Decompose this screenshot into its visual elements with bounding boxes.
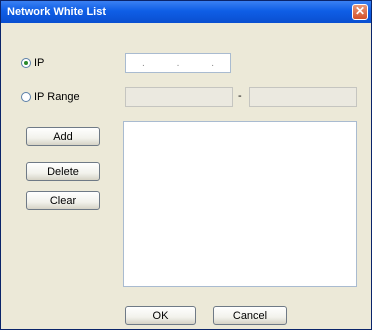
add-button[interactable]: Add: [26, 127, 100, 146]
dialog-title: Network White List: [7, 6, 107, 18]
ip-range-radio-option[interactable]: IP Range: [21, 91, 80, 103]
ip-range-start-input[interactable]: [125, 87, 233, 107]
close-glyph: ✕: [354, 4, 366, 18]
ip-address-input[interactable]: . . .: [125, 53, 231, 73]
ip-octet-separator: .: [176, 57, 180, 69]
ip-octet-separator: .: [141, 57, 145, 69]
ip-radio-label: IP: [34, 57, 45, 69]
network-white-list-dialog: Network White List ✕ IP . . . IP Range -…: [0, 0, 372, 330]
ip-octet-separator: .: [211, 57, 215, 69]
whitelist-listbox[interactable]: [123, 121, 357, 287]
ip-range-radio-label: IP Range: [34, 91, 80, 103]
ok-button[interactable]: OK: [125, 306, 196, 325]
ip-range-separator: -: [238, 90, 242, 102]
delete-button[interactable]: Delete: [26, 162, 100, 181]
ip-radio-option[interactable]: IP: [21, 57, 44, 69]
ip-range-radio-button[interactable]: [21, 92, 31, 102]
radio-selected-dot: [24, 61, 28, 65]
ip-range-end-input[interactable]: [249, 87, 357, 107]
close-icon[interactable]: ✕: [352, 4, 368, 20]
clear-button[interactable]: Clear: [26, 191, 100, 210]
ip-radio-button[interactable]: [21, 58, 31, 68]
cancel-button[interactable]: Cancel: [213, 306, 287, 325]
title-bar[interactable]: Network White List ✕: [1, 1, 371, 23]
